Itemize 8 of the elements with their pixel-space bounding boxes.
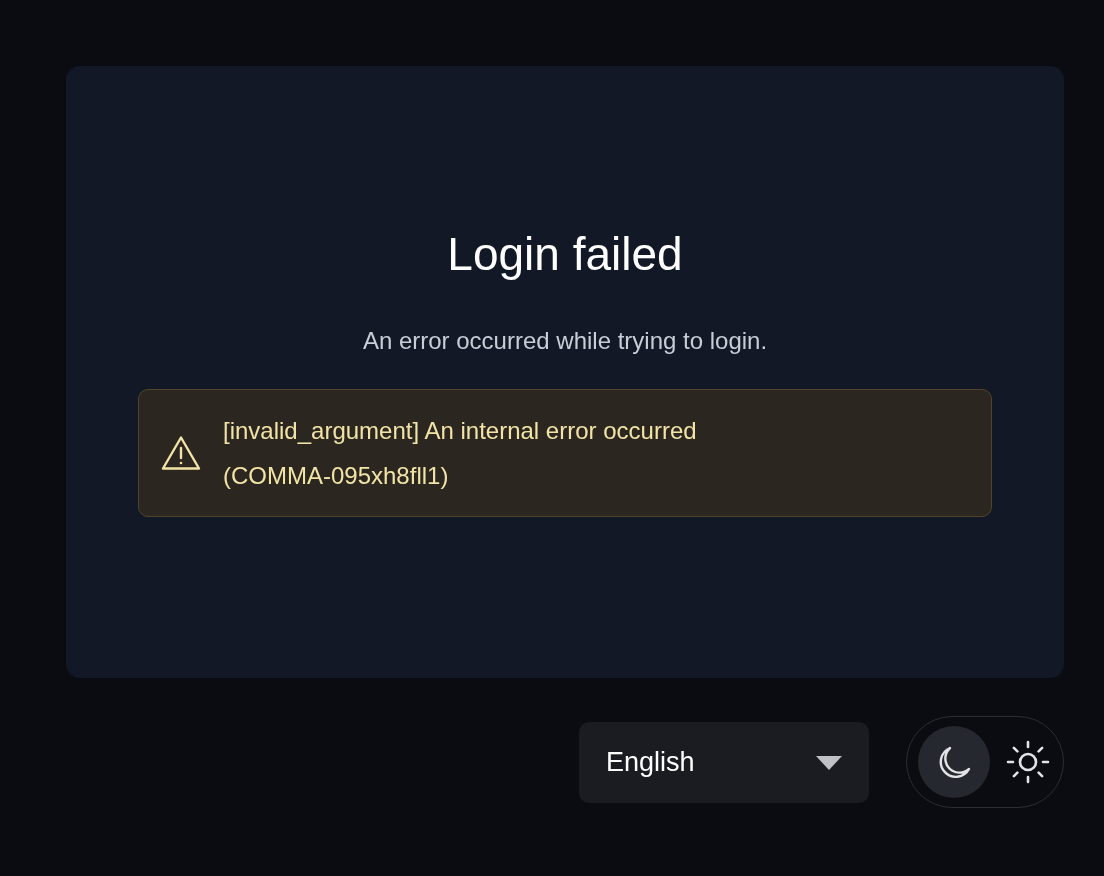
- caret-icon: [816, 755, 842, 770]
- language-select[interactable]: English: [579, 722, 869, 803]
- card-title: Login failed: [446, 227, 684, 283]
- dark-mode-button[interactable]: [918, 726, 990, 798]
- sun-icon: [1005, 739, 1051, 785]
- error-message: An error occurred while trying to login.: [361, 325, 769, 356]
- warning-icon: [161, 434, 201, 471]
- alert-text: [invalid_argument] An internal error occurred (COMMA-095xh8fll1): [223, 415, 698, 491]
